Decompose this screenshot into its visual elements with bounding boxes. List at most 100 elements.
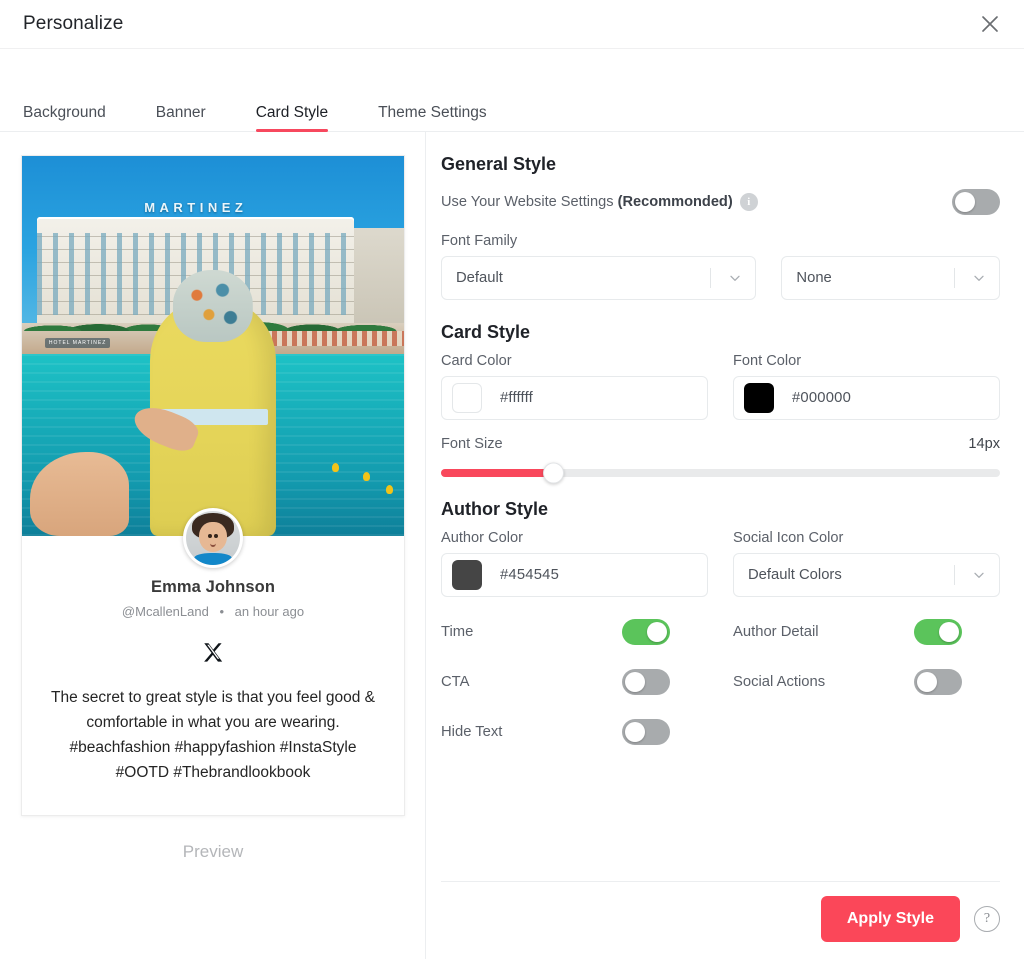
buoy-icon: [362, 472, 370, 482]
font-color-group: Font Color #000000: [733, 353, 1000, 420]
close-glyph: [982, 16, 998, 32]
personalize-modal: Personalize Background Banner Card Style…: [0, 0, 1024, 959]
select-divider: [710, 268, 712, 288]
tab-theme-settings[interactable]: Theme Settings: [378, 104, 487, 132]
font-weight-value: None: [796, 270, 832, 286]
select-divider: [954, 268, 955, 288]
author-colors-row: Author Color #454545 Social Icon Color D…: [441, 530, 1000, 597]
author-detail-toggle-row: Author Detail: [733, 607, 1000, 657]
modal-footer: Apply Style ?: [441, 881, 1000, 959]
avatar-eye: [213, 533, 218, 538]
card-color-label: Card Color: [441, 353, 512, 369]
chevron-down-icon: [974, 275, 984, 281]
social-network-row: [40, 641, 386, 663]
font-family-label: Font Family: [441, 233, 518, 249]
avatar-shirt: [193, 553, 233, 565]
chevron-down-icon: [974, 572, 984, 578]
social-actions-toggle-row: Social Actions: [733, 657, 1000, 707]
toggle-knob: [955, 192, 975, 212]
social-actions-toggle[interactable]: [914, 669, 962, 695]
font-weight-select[interactable]: None: [781, 256, 1000, 300]
slider-fill: [441, 469, 553, 477]
page-title: Personalize: [23, 13, 124, 34]
use-website-settings-row: Use Your Website Settings (Recommonded) i: [441, 185, 1000, 219]
help-icon[interactable]: ?: [974, 906, 1000, 932]
preview-pane: MARTINEZ HOTEL MARTINEZ Emma Johnson @Mc…: [0, 132, 426, 959]
hotel-sign-text: MARTINEZ: [144, 199, 248, 215]
card-style-heading: Card Style: [441, 322, 531, 342]
card-color-group: Card Color #ffffff: [441, 353, 708, 420]
slider-thumb[interactable]: [542, 462, 564, 484]
font-size-row: Font Size 14px: [441, 436, 1000, 452]
social-actions-label: Social Actions: [733, 674, 826, 690]
font-size-slider[interactable]: [441, 462, 1000, 484]
hide-text-toggle-row: Hide Text: [441, 707, 708, 757]
use-website-settings-label: Use Your Website Settings (Recommonded) i: [441, 192, 758, 211]
modal-body: MARTINEZ HOTEL MARTINEZ Emma Johnson @Mc…: [0, 131, 1024, 959]
info-icon[interactable]: i: [739, 192, 758, 211]
social-icon-color-group: Social Icon Color Default Colors: [733, 530, 1000, 597]
preview-label: Preview: [182, 842, 244, 862]
tab-card-style[interactable]: Card Style: [255, 104, 329, 132]
social-icon-color-label: Social Icon Color: [733, 530, 844, 546]
close-icon[interactable]: [972, 6, 1008, 42]
post-text: The secret to great style is that you fe…: [51, 689, 375, 782]
avatar-eye: [208, 533, 213, 538]
author-detail-label: Author Detail: [733, 624, 819, 640]
card-color-swatch[interactable]: [452, 383, 482, 413]
author-name: Emma Johnson: [150, 578, 276, 596]
tab-background[interactable]: Background: [23, 104, 106, 132]
author-color-group: Author Color #454545: [441, 530, 708, 597]
apply-style-button[interactable]: Apply Style: [820, 896, 960, 942]
author-detail-toggle[interactable]: [914, 619, 962, 645]
avatar-face: [198, 521, 228, 553]
social-icon-color-value: Default Colors: [748, 567, 842, 583]
font-family-value: Default: [456, 270, 503, 286]
time-toggle[interactable]: [622, 619, 670, 645]
author-toggles-grid: Time Author Detail CTA Social Actions Hi…: [441, 607, 1000, 757]
grid-spacer: [733, 707, 1000, 757]
post-timestamp: an hour ago: [234, 604, 305, 619]
hide-text-toggle[interactable]: [622, 719, 670, 745]
font-size-label: Font Size: [441, 436, 503, 452]
toggle-knob: [625, 672, 645, 692]
avatar-smile: [209, 539, 217, 548]
author-color-swatch[interactable]: [452, 560, 482, 590]
toggle-knob: [625, 722, 645, 742]
author-color-value: #454545: [500, 567, 560, 583]
card-color-field[interactable]: #ffffff: [441, 376, 708, 420]
font-color-field[interactable]: #000000: [733, 376, 1000, 420]
hotel-marquee-text: HOTEL MARTINEZ: [44, 338, 111, 349]
author-handle: @McallenLand: [121, 604, 209, 619]
post-image: MARTINEZ HOTEL MARTINEZ: [22, 156, 404, 536]
buoy-icon: [385, 484, 393, 494]
toggle-knob: [939, 622, 959, 642]
controls-pane: General Style Use Your Website Settings …: [426, 132, 1024, 959]
cta-toggle[interactable]: [622, 669, 670, 695]
social-icon-color-select[interactable]: Default Colors: [733, 553, 1000, 597]
use-website-settings-recommended: (Recommonded): [617, 194, 733, 211]
headscarf: [172, 270, 254, 343]
font-family-select[interactable]: Default: [441, 256, 757, 300]
author-style-heading: Author Style: [441, 499, 549, 519]
modal-header: Personalize: [0, 0, 1024, 48]
chevron-down-icon: [730, 275, 741, 281]
font-size-value: 14px: [968, 436, 1000, 452]
meta-separator: •: [219, 604, 225, 619]
time-toggle-row: Time: [441, 607, 708, 657]
time-label: Time: [441, 624, 474, 640]
cta-label: CTA: [441, 674, 470, 690]
select-divider: [954, 565, 955, 585]
use-website-settings-toggle[interactable]: [952, 189, 1000, 215]
avatar: [183, 508, 243, 568]
font-color-label: Font Color: [733, 353, 802, 369]
font-color-value: #000000: [792, 390, 852, 406]
author-color-field[interactable]: #454545: [441, 553, 708, 597]
font-selects-row: Default None: [441, 256, 1000, 300]
font-color-swatch[interactable]: [744, 383, 774, 413]
tab-banner[interactable]: Banner: [156, 104, 206, 132]
card-color-value: #ffffff: [500, 390, 533, 406]
buoy-icon: [332, 463, 340, 473]
card-colors-row: Card Color #ffffff Font Color #000000: [441, 353, 1000, 420]
x-twitter-icon: [204, 643, 223, 662]
